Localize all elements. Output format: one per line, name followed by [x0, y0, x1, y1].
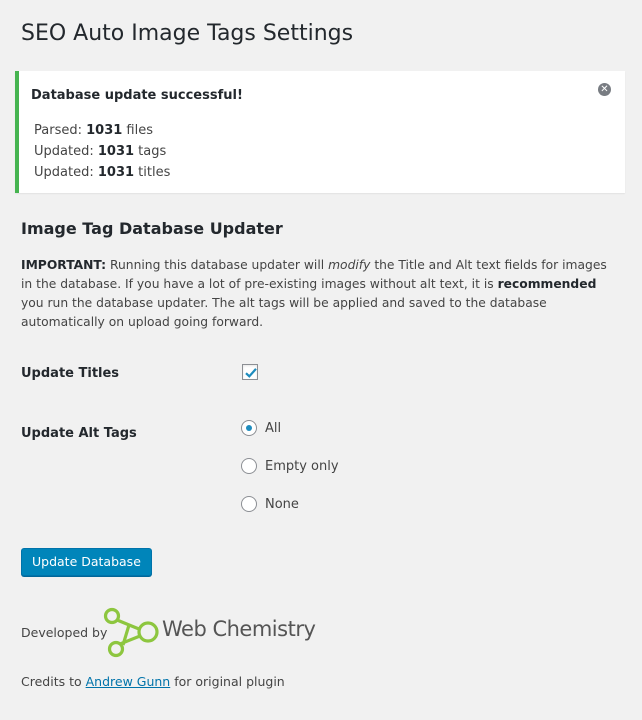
update-titles-checkbox[interactable] [242, 364, 258, 380]
update-database-button[interactable]: Update Database [21, 548, 152, 576]
notice-title: Database update successful! [31, 88, 243, 103]
alt-option-empty-label[interactable]: Empty only [265, 459, 339, 474]
update-titles-label: Update Titles [21, 366, 120, 381]
alt-option-empty-radio[interactable] [241, 458, 257, 474]
success-notice: Database update successful! ✕ Parsed: 10… [15, 71, 625, 193]
page-title: SEO Auto Image Tags Settings [21, 21, 354, 46]
web-chemistry-logo-text: Web Chemistry [162, 617, 316, 641]
alt-option-none-label[interactable]: None [265, 497, 299, 512]
notice-line-tags: Updated: 1031 tags [34, 144, 167, 159]
notice-line-parsed: Parsed: 1031 files [34, 123, 154, 138]
alt-option-all-label[interactable]: All [265, 421, 281, 436]
developed-by-text: Developed by [21, 625, 108, 640]
alt-option-none-radio[interactable] [241, 496, 257, 512]
alt-option-all-radio[interactable] [241, 420, 257, 436]
section-heading: Image Tag Database Updater [21, 219, 283, 238]
checkmark-icon [245, 368, 257, 378]
notice-line-titles: Updated: 1031 titles [34, 165, 171, 180]
update-alt-tags-label: Update Alt Tags [21, 426, 137, 441]
dismiss-icon[interactable]: ✕ [598, 83, 611, 96]
author-link[interactable]: Andrew Gunn [86, 674, 171, 689]
credits-text: Credits to Andrew Gunn for original plug… [21, 674, 285, 689]
section-description: IMPORTANT: Running this database updater… [21, 258, 607, 329]
